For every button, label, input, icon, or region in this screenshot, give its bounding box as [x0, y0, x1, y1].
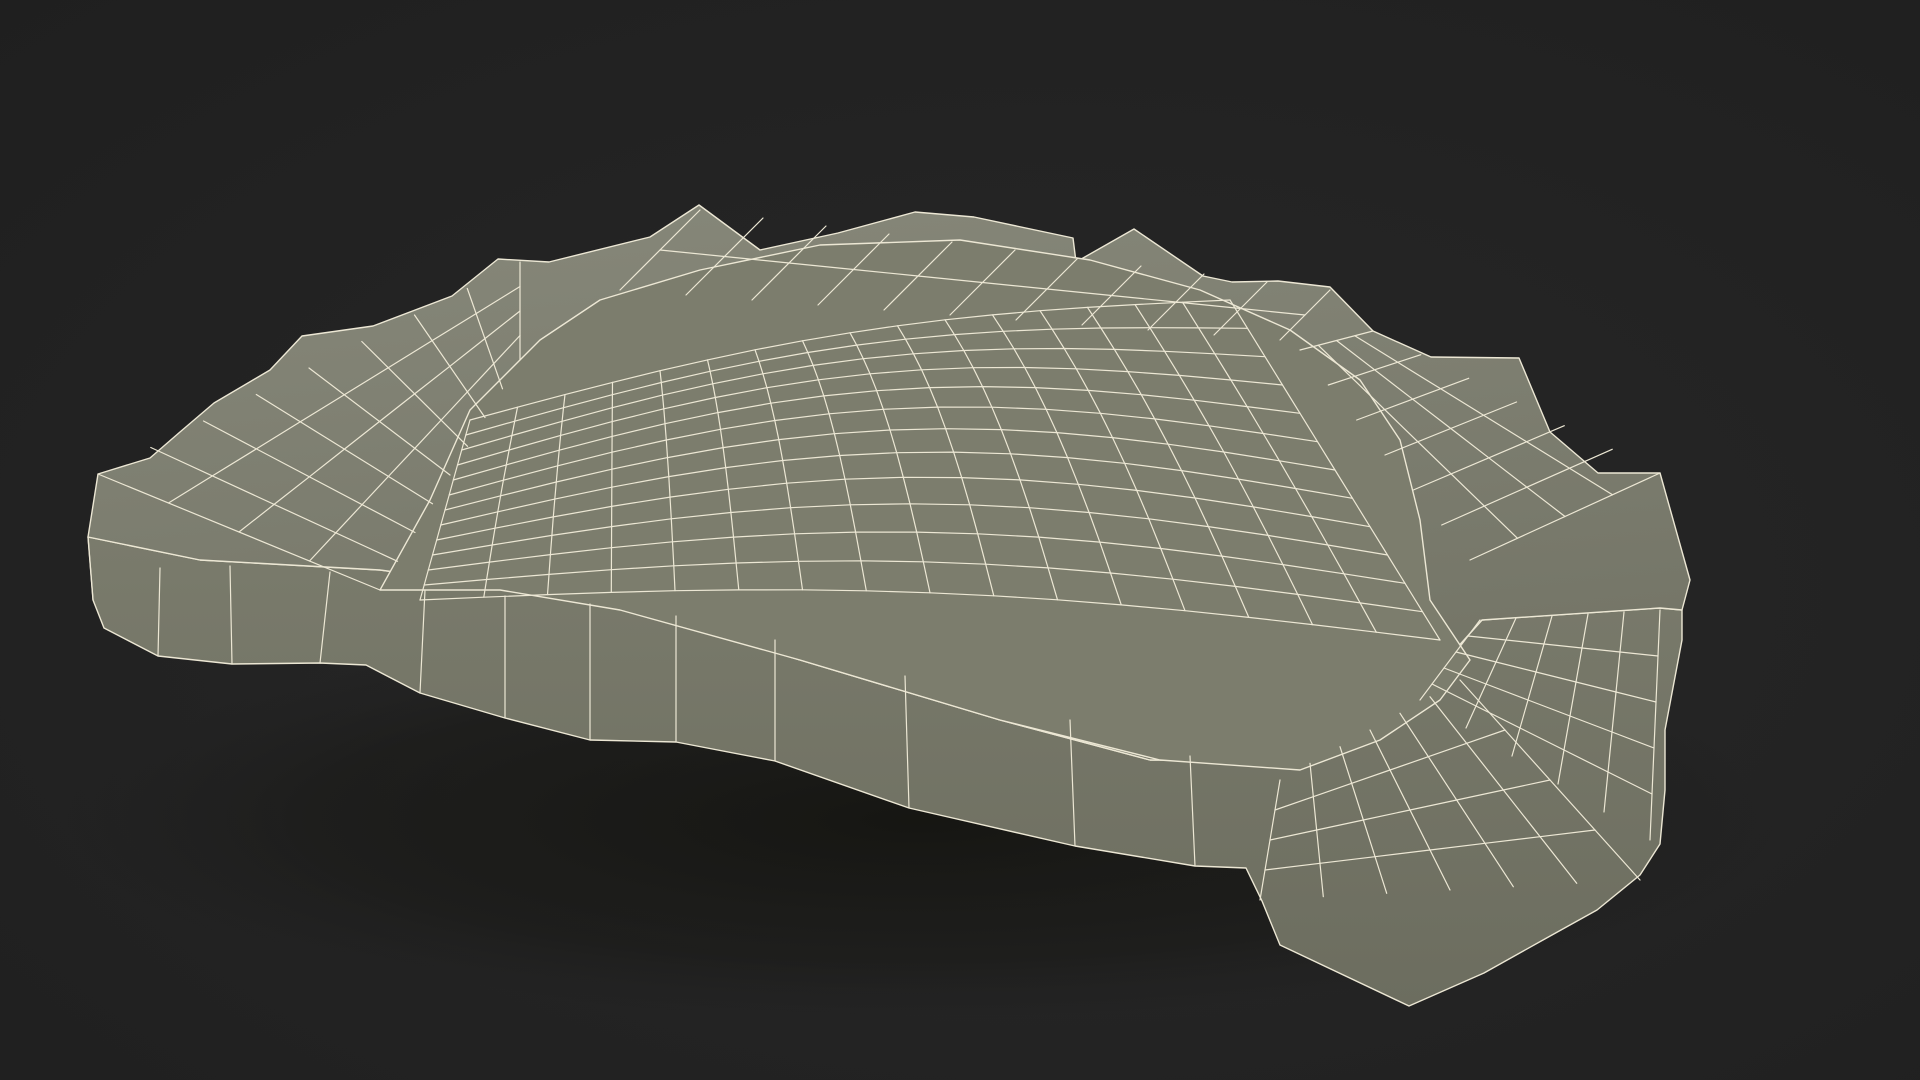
- render-viewport: [0, 0, 1920, 1080]
- wireframe-model-render: [60, 204, 1780, 1020]
